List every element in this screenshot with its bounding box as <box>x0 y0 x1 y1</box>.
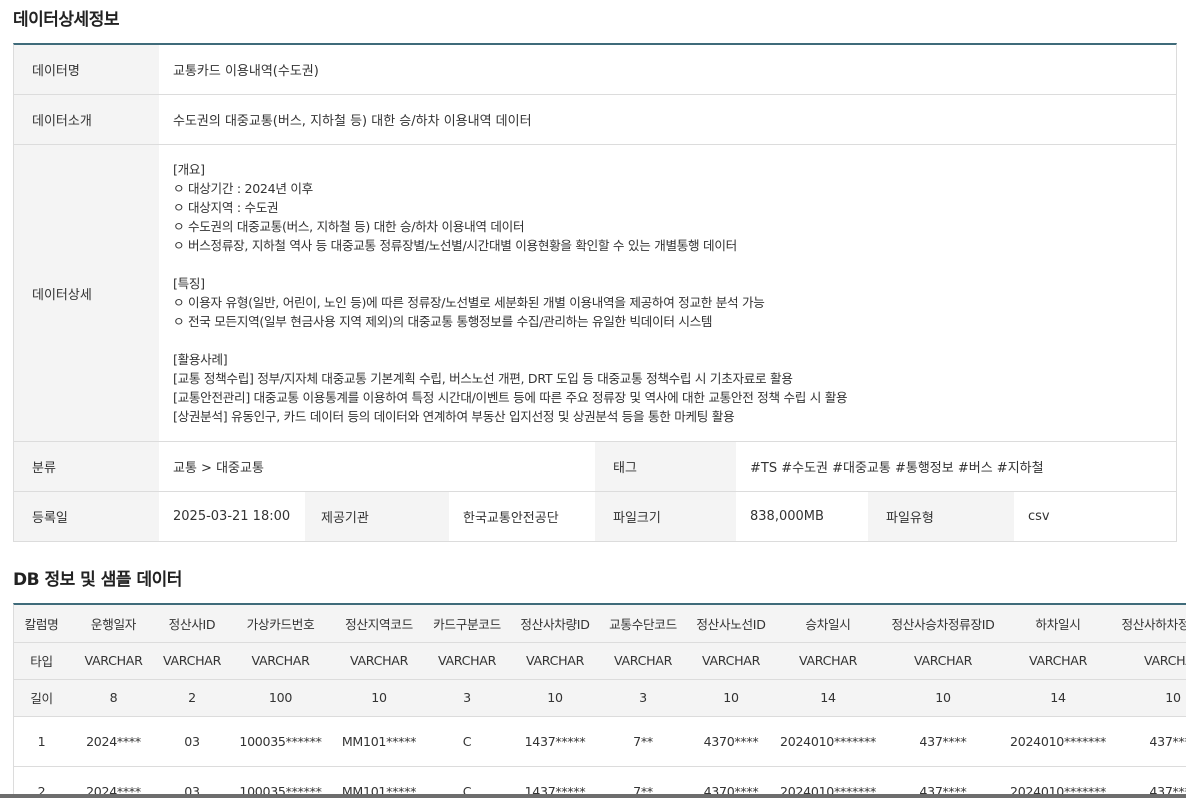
detail-row-desc: 데이터상세 [개요] ㅇ 대상기간 : 2024년 이후 ㅇ 대상지역 : 수도권 ㅇ… <box>14 145 1176 442</box>
db-cell: VARCHAR <box>881 642 1005 680</box>
db-cell: 2 <box>158 679 226 717</box>
db-cell: 정산사하차정류장ID <box>1111 605 1186 643</box>
desc-line: ㅇ 대상지역 : 수도권 <box>173 200 279 215</box>
desc-line: ㅇ 버스정류장, 지하철 역사 등 대중교통 정류장별/노선별/시간대별 이용현… <box>173 238 737 253</box>
db-cell: 칼럼명 <box>14 605 69 643</box>
db-cell: 카드구분코드 <box>423 605 511 643</box>
db-header-row: 칼럼명 운행일자 정산사ID 가상카드번호 정산지역코드 카드구분코드 정산사차량ID 교통수… <box>14 605 1186 643</box>
desc-line: ㅇ 이용자 유형(일반, 어린이, 노인 등)에 따른 정류장/노선별로 세분화… <box>173 295 765 310</box>
db-cell: 14 <box>775 679 881 717</box>
desc-line: [교통 정책수립] 정부/지자체 대중교통 기본계획 수립, 버스노선 개편, … <box>173 371 793 386</box>
desc-value: [개요] ㅇ 대상기간 : 2024년 이후 ㅇ 대상지역 : 수도권 ㅇ 수도권의 … <box>159 145 1176 441</box>
db-cell: VARCHAR <box>1111 642 1186 680</box>
db-cell: 10 <box>335 679 423 717</box>
db-cell: 3 <box>423 679 511 717</box>
db-cell: 길이 <box>14 679 69 717</box>
name-value: 교통카드 이용내역(수도권) <box>173 64 319 79</box>
db-cell: VARCHAR <box>775 642 881 680</box>
desc-line: ㅇ 수도권의 대중교통(버스, 지하철 등) 대한 승/하차 이용내역 데이터 <box>173 219 525 234</box>
page-title: 데이터상세정보 <box>13 10 119 30</box>
db-cell: 2024010******* <box>1005 716 1111 767</box>
db-cell: 437**** <box>1111 716 1186 767</box>
db-cell: VARCHAR <box>335 642 423 680</box>
detail-table: 데이터명 교통카드 이용내역(수도권) 데이터소개 수도권의 대중교통(버스, … <box>13 43 1177 542</box>
db-cell: 7** <box>599 716 687 767</box>
tag-label: 태그 <box>595 442 736 491</box>
db-cell: 4370**** <box>687 716 775 767</box>
db-sample-table-container[interactable]: 칼럼명 운행일자 정산사ID 가상카드번호 정산지역코드 카드구분코드 정산사차량ID 교통수… <box>13 603 1186 798</box>
db-cell: 정산지역코드 <box>335 605 423 643</box>
tag-value: #TS #수도권 #대중교통 #통행정보 #버스 #지하철 <box>750 461 1044 476</box>
intro-value: 수도권의 대중교통(버스, 지하철 등) 대한 승/하차 이용내역 데이터 <box>173 114 532 129</box>
db-cell: VARCHAR <box>69 642 158 680</box>
db-cell: 정산사ID <box>158 605 226 643</box>
db-cell: 운행일자 <box>69 605 158 643</box>
intro-label: 데이터소개 <box>14 95 159 144</box>
desc-line: [특징] <box>173 276 205 291</box>
db-cell: 10 <box>1111 679 1186 717</box>
name-label: 데이터명 <box>14 45 159 94</box>
desc-line: ㅇ 전국 모든지역(일부 현금사용 지역 제외)의 대중교통 통행정보를 수집/… <box>173 314 713 329</box>
db-cell: 10 <box>881 679 1005 717</box>
db-cell: 1 <box>14 716 69 767</box>
db-cell: 정산사승차정류장ID <box>881 605 1005 643</box>
db-cell: C <box>423 716 511 767</box>
desc-line: [상권분석] 유동인구, 카드 데이터 등의 데이터와 연계하여 부동산 입지선… <box>173 409 735 424</box>
db-cell: 3 <box>599 679 687 717</box>
db-cell: 100 <box>226 679 335 717</box>
desc-label: 데이터상세 <box>14 145 159 441</box>
db-cell: 가상카드번호 <box>226 605 335 643</box>
db-sample-row: 1 2024**** 03 100035****** MM101***** C 1437**… <box>14 716 1186 767</box>
desc-line: ㅇ 대상기간 : 2024년 이후 <box>173 181 313 196</box>
db-cell: VARCHAR <box>687 642 775 680</box>
db-cell: 100035****** <box>226 716 335 767</box>
db-cell: 1437***** <box>511 716 599 767</box>
detail-row-intro: 데이터소개 수도권의 대중교통(버스, 지하철 등) 대한 승/하차 이용내역 … <box>14 95 1176 145</box>
db-cell: 하차일시 <box>1005 605 1111 643</box>
db-cell: 2024010******* <box>775 716 881 767</box>
size-label: 파일크기 <box>595 492 736 541</box>
db-cell: VARCHAR <box>423 642 511 680</box>
db-cell: 10 <box>511 679 599 717</box>
reg-label: 등록일 <box>14 492 159 541</box>
db-cell: VARCHAR <box>158 642 226 680</box>
category-label: 분류 <box>14 442 159 491</box>
db-cell: VARCHAR <box>1005 642 1111 680</box>
db-cell: 03 <box>158 716 226 767</box>
detail-row-meta: 등록일 2025-03-21 18:00 제공기관 한국교통안전공단 파일크기 … <box>14 492 1176 542</box>
db-cell: MM101***** <box>335 716 423 767</box>
db-cell: 승차일시 <box>775 605 881 643</box>
db-cell: 교통수단코드 <box>599 605 687 643</box>
provider-value: 한국교통안전공단 <box>463 511 559 526</box>
db-cell: 2024**** <box>69 716 158 767</box>
db-length-row: 길이 8 2 100 10 3 10 3 10 14 10 14 10 <box>14 679 1186 717</box>
detail-row-name: 데이터명 교통카드 이용내역(수도권) <box>14 45 1176 95</box>
size-value: 838,000MB <box>750 509 824 524</box>
desc-line: [개요] <box>173 162 205 177</box>
db-cell: 8 <box>69 679 158 717</box>
type-label: 파일유형 <box>868 492 1014 541</box>
db-cell: 10 <box>687 679 775 717</box>
provider-label: 제공기관 <box>305 492 449 541</box>
detail-row-category: 분류 교통 > 대중교통 태그 #TS #수도권 #대중교통 #통행정보 #버스… <box>14 442 1176 492</box>
db-cell: VARCHAR <box>226 642 335 680</box>
horizontal-scrollbar[interactable] <box>0 794 1186 798</box>
db-cell: VARCHAR <box>511 642 599 680</box>
db-cell: 437**** <box>881 716 1005 767</box>
db-cell: 정산사차량ID <box>511 605 599 643</box>
desc-line: [활용사례] <box>173 352 228 367</box>
db-type-row: 타입 VARCHAR VARCHAR VARCHAR VARCHAR VARCHAR VAR… <box>14 642 1186 680</box>
db-cell: 정산사노선ID <box>687 605 775 643</box>
db-section-title: DB 정보 및 샘플 데이터 <box>13 570 182 590</box>
db-cell: 14 <box>1005 679 1111 717</box>
reg-value: 2025-03-21 18:00 <box>173 509 291 524</box>
db-sample-table: 칼럼명 운행일자 정산사ID 가상카드번호 정산지역코드 카드구분코드 정산사차량ID 교통수… <box>14 605 1186 798</box>
db-cell: VARCHAR <box>599 642 687 680</box>
db-cell: 타입 <box>14 642 69 680</box>
desc-line: [교통안전관리] 대중교통 이용통계를 이용하여 특정 시간대/이벤트 등에 따… <box>173 390 848 405</box>
category-value: 교통 > 대중교통 <box>173 461 264 476</box>
type-value: csv <box>1028 509 1050 524</box>
